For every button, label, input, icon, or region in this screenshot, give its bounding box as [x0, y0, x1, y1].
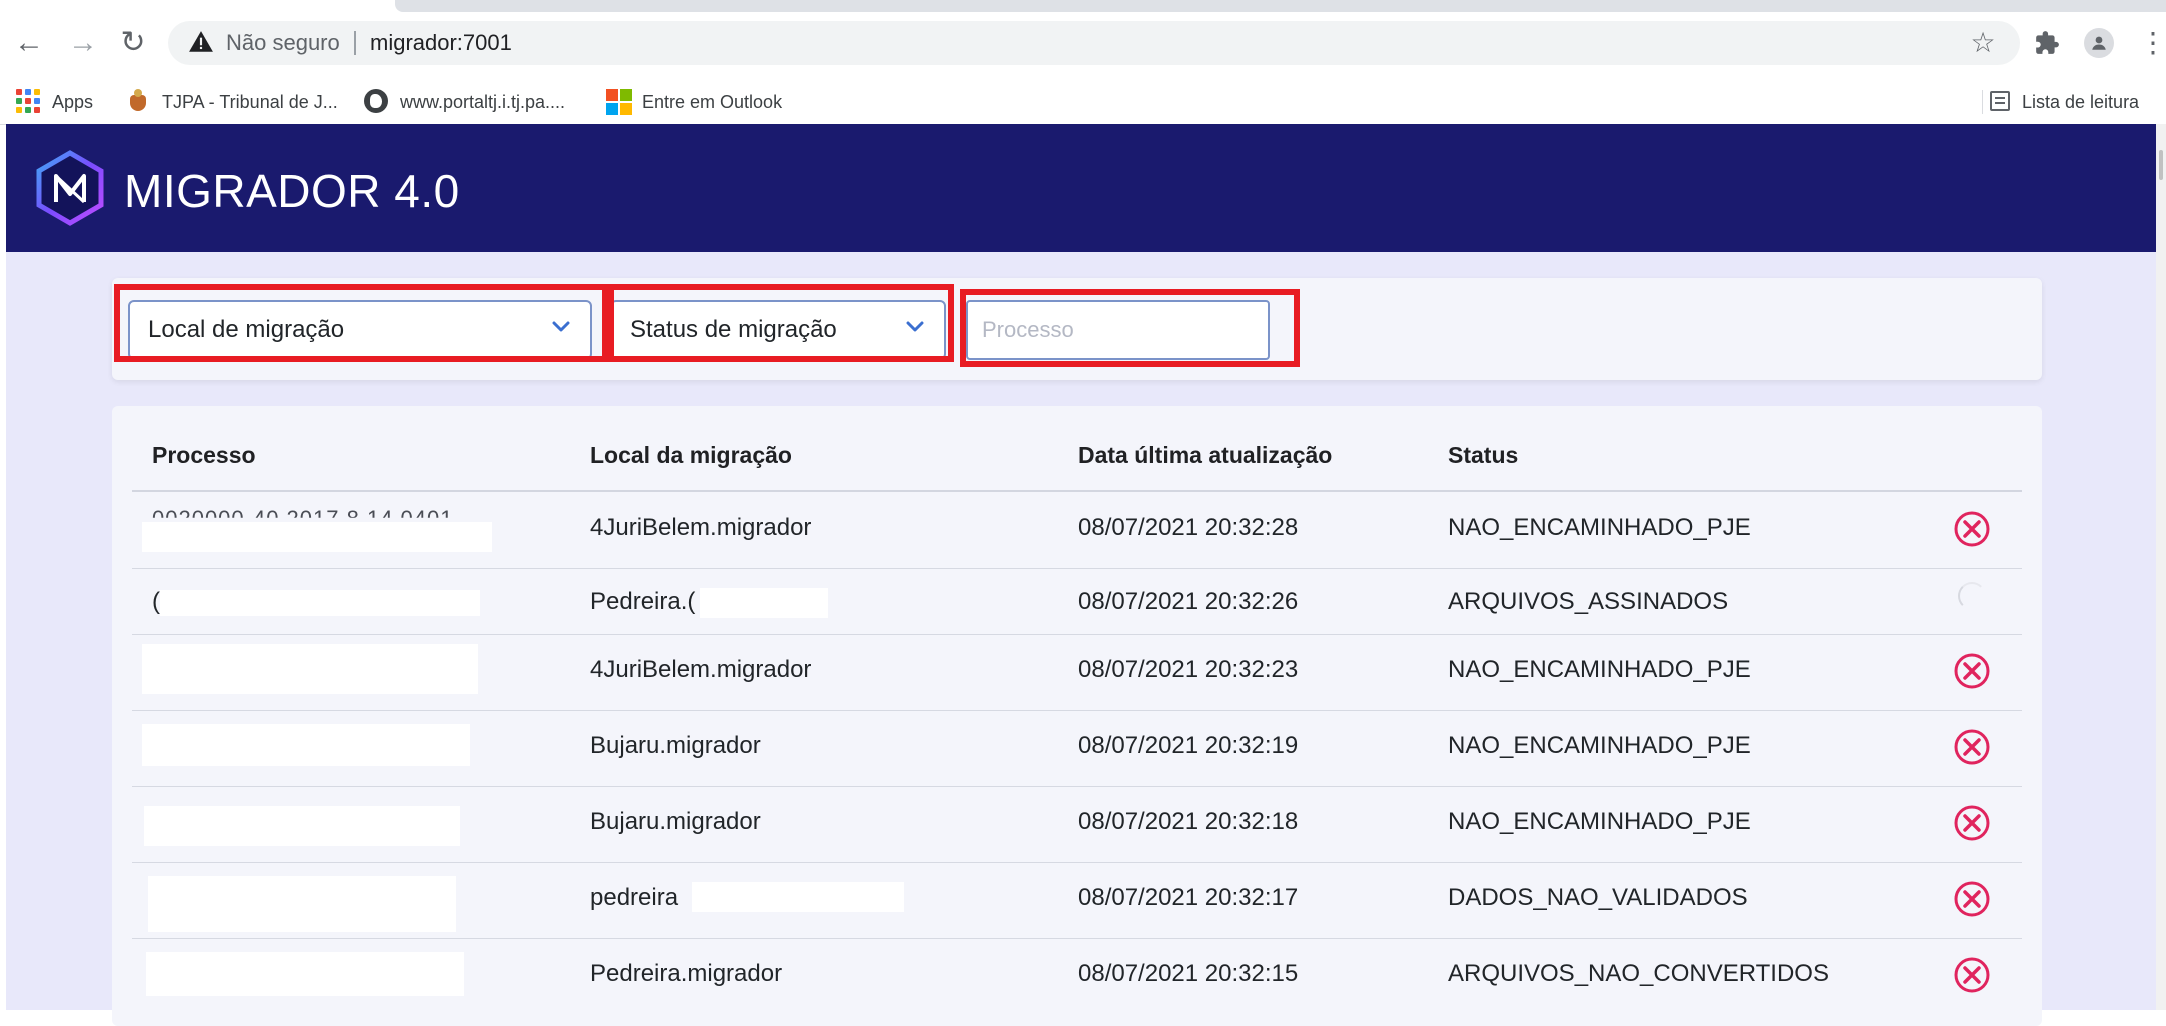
back-arrow-icon[interactable]: ← [12, 26, 46, 60]
status-cell: DADOS_NAO_VALIDADOS [1448, 884, 1748, 911]
header-processo[interactable]: Processo [152, 442, 256, 469]
header-status[interactable]: Status [1448, 442, 1518, 469]
bookmarks-bar: Apps TJPA - Tribunal de J... www.portalt… [0, 80, 2166, 125]
processo-search-input[interactable] [966, 300, 1270, 360]
cancel-icon[interactable] [1952, 509, 1992, 549]
status-cell: NAO_ENCAMINHADO_PJE [1448, 514, 1751, 541]
microsoft-logo-icon [606, 89, 632, 115]
bookmark-apps-label: Apps [52, 91, 94, 112]
table-header: Processo Local da migração Data última a… [132, 432, 2022, 492]
header-local[interactable]: Local da migração [590, 442, 792, 469]
warning-icon[interactable] [188, 29, 214, 55]
address-separator [354, 31, 356, 55]
redaction-box [160, 590, 480, 616]
tab-strip [395, 0, 2166, 12]
table-row[interactable]: Bujaru.migrador 08/07/2021 20:32:19 NAO_… [132, 710, 2022, 787]
redaction-box [142, 644, 478, 694]
insecure-label[interactable]: Não seguro [226, 30, 340, 56]
data-cell: 08/07/2021 20:32:18 [1078, 808, 1299, 835]
bookmark-star-icon[interactable]: ☆ [1968, 28, 1998, 58]
redaction-box [144, 806, 460, 846]
chevron-down-icon [552, 321, 570, 332]
bookmark-outlook[interactable]: Entre em Outlook [606, 80, 782, 124]
globe-icon [364, 89, 390, 115]
reload-icon[interactable]: ↻ [116, 26, 150, 60]
table-row[interactable]: ( Pedreira.( 08/07/2021 20:32:26 ARQUIVO… [132, 568, 2022, 635]
bookmarks-divider [1982, 90, 1983, 114]
local-migracao-select[interactable]: Local de migração [128, 300, 592, 360]
address-bar[interactable]: Não seguro migrador:7001 [168, 21, 2020, 65]
local-cell: Pedreira.( [590, 588, 696, 615]
bookmark-portal-label: www.portaltj.i.tj.pa.... [400, 91, 566, 112]
bookmark-portal[interactable]: www.portaltj.i.tj.pa.... [364, 80, 565, 124]
kebab-menu-icon[interactable]: ⋮ [2138, 28, 2166, 58]
status-migracao-select-label: Status de migração [630, 316, 837, 343]
table-row[interactable]: Bujaru.migrador 08/07/2021 20:32:18 NAO_… [132, 786, 2022, 863]
data-cell: 08/07/2021 20:32:23 [1078, 656, 1299, 683]
local-cell: Pedreira.migrador [590, 960, 783, 987]
status-cell: NAO_ENCAMINHADO_PJE [1448, 656, 1751, 683]
redaction-box [146, 952, 464, 996]
reading-list-button[interactable]: Lista de leitura [1990, 80, 2139, 124]
local-cell: pedreira [590, 884, 679, 911]
processo-cell[interactable]: ( [152, 588, 160, 616]
table-row[interactable]: 4JuriBelem.migrador 08/07/2021 20:32:23 … [132, 634, 2022, 711]
bookmark-tjpa-label: TJPA - Tribunal de J... [162, 91, 338, 112]
status-cell: ARQUIVOS_ASSINADOS [1448, 588, 1729, 615]
status-cell: NAO_ENCAMINHADO_PJE [1448, 732, 1751, 759]
bookmark-apps[interactable]: Apps [16, 80, 93, 124]
bookmark-outlook-label: Entre em Outlook [642, 91, 783, 112]
local-cell: Bujaru.migrador [590, 732, 761, 759]
spinner-icon [1958, 582, 1986, 610]
redaction-box [142, 522, 492, 552]
table-row[interactable]: pedreira 08/07/2021 20:32:17 DADOS_NAO_V… [132, 862, 2022, 939]
reading-list-icon [1990, 91, 2012, 113]
redaction-box [700, 588, 828, 618]
redaction-box [692, 882, 904, 912]
forward-arrow-icon[interactable]: → [66, 26, 100, 60]
reading-list-label: Lista de leitura [2022, 91, 2140, 112]
app-root: MIGRADOR 4.0 Local de migração Status de… [6, 124, 2156, 1026]
cancel-icon[interactable] [1952, 879, 1992, 919]
local-cell: Bujaru.migrador [590, 808, 761, 835]
data-cell: 08/07/2021 20:32:26 [1078, 588, 1299, 615]
status-cell: NAO_ENCAMINHADO_PJE [1448, 808, 1751, 835]
local-cell: 4JuriBelem.migrador [590, 514, 812, 541]
apps-grid-icon [16, 89, 42, 115]
table-row[interactable]: 0020000-40.2017.8.14.0401 4JuriBelem.mig… [132, 492, 2022, 569]
app-title: MIGRADOR 4.0 [124, 165, 460, 217]
page-scrollbar[interactable] [2156, 124, 2166, 1010]
chevron-down-icon [906, 321, 924, 332]
migration-table: Processo Local da migração Data última a… [112, 406, 2042, 1026]
status-migracao-select[interactable]: Status de migração [610, 300, 946, 360]
cancel-icon[interactable] [1952, 803, 1992, 843]
migrador-logo-icon [36, 150, 104, 226]
bookmark-tjpa[interactable]: TJPA - Tribunal de J... [126, 80, 338, 124]
status-cell: ARQUIVOS_NAO_CONVERTIDOS [1448, 960, 1829, 987]
cancel-icon[interactable] [1952, 955, 1992, 995]
app-header: MIGRADOR 4.0 [6, 124, 2156, 252]
cancel-icon[interactable] [1952, 727, 1992, 767]
data-cell: 08/07/2021 20:32:28 [1078, 514, 1299, 541]
local-cell: 4JuriBelem.migrador [590, 656, 812, 683]
extensions-icon[interactable] [2032, 28, 2062, 58]
redaction-box [148, 876, 456, 932]
filter-panel: Local de migração Status de migração [112, 278, 2042, 380]
profile-icon[interactable] [2084, 28, 2114, 58]
scrollbar-thumb[interactable] [2159, 150, 2163, 180]
local-migracao-select-label: Local de migração [148, 316, 345, 343]
data-cell: 08/07/2021 20:32:15 [1078, 960, 1299, 987]
tjpa-favicon-icon [126, 89, 152, 115]
data-cell: 08/07/2021 20:32:17 [1078, 884, 1299, 911]
data-cell: 08/07/2021 20:32:19 [1078, 732, 1299, 759]
cancel-icon[interactable] [1952, 651, 1992, 691]
redaction-box [142, 724, 470, 766]
url-text[interactable]: migrador:7001 [370, 30, 512, 56]
table-row[interactable]: Pedreira.migrador 08/07/2021 20:32:15 AR… [132, 938, 2022, 1014]
browser-toolbar: ← → ↻ Não seguro migrador:7001 ☆ ⋮ [0, 0, 2166, 80]
header-data[interactable]: Data última atualização [1078, 442, 1332, 469]
